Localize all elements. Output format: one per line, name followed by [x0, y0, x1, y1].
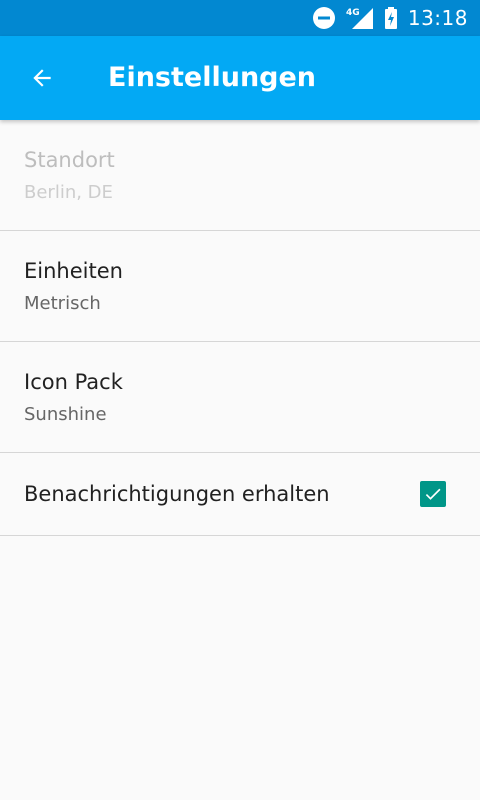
pref-notifications-title: Benachrichtigungen erhalten: [24, 482, 330, 506]
page-title: Einstellungen: [108, 62, 317, 93]
pref-units-title: Einheiten: [24, 259, 123, 283]
check-icon: [425, 488, 441, 500]
settings-list: Standort Berlin, DE Einheiten Metrisch I…: [0, 120, 480, 536]
status-icons: 4G 13:18: [312, 0, 468, 36]
pref-icon-pack-title: Icon Pack: [24, 370, 123, 394]
network-type-label: 4G: [346, 8, 360, 18]
arrow-back-icon: [33, 69, 51, 87]
battery-charging-icon: [384, 6, 398, 30]
app-bar: Einstellungen: [0, 36, 480, 120]
pref-location-summary: Berlin, DE: [24, 182, 113, 203]
back-button[interactable]: [22, 58, 62, 98]
pref-icon-pack[interactable]: Icon Pack Sunshine: [0, 342, 480, 453]
do-not-disturb-icon: [312, 6, 336, 30]
status-time: 13:18: [407, 6, 468, 30]
pref-location[interactable]: Standort Berlin, DE: [0, 120, 480, 231]
pref-notifications[interactable]: Benachrichtigungen erhalten: [0, 453, 480, 536]
pref-units-summary: Metrisch: [24, 293, 101, 314]
pref-location-title: Standort: [24, 148, 115, 172]
status-bar: 4G 13:18: [0, 0, 480, 36]
notifications-checkbox[interactable]: [420, 481, 446, 507]
pref-icon-pack-summary: Sunshine: [24, 404, 107, 425]
pref-units[interactable]: Einheiten Metrisch: [0, 231, 480, 342]
signal-icon: 4G: [346, 6, 374, 30]
